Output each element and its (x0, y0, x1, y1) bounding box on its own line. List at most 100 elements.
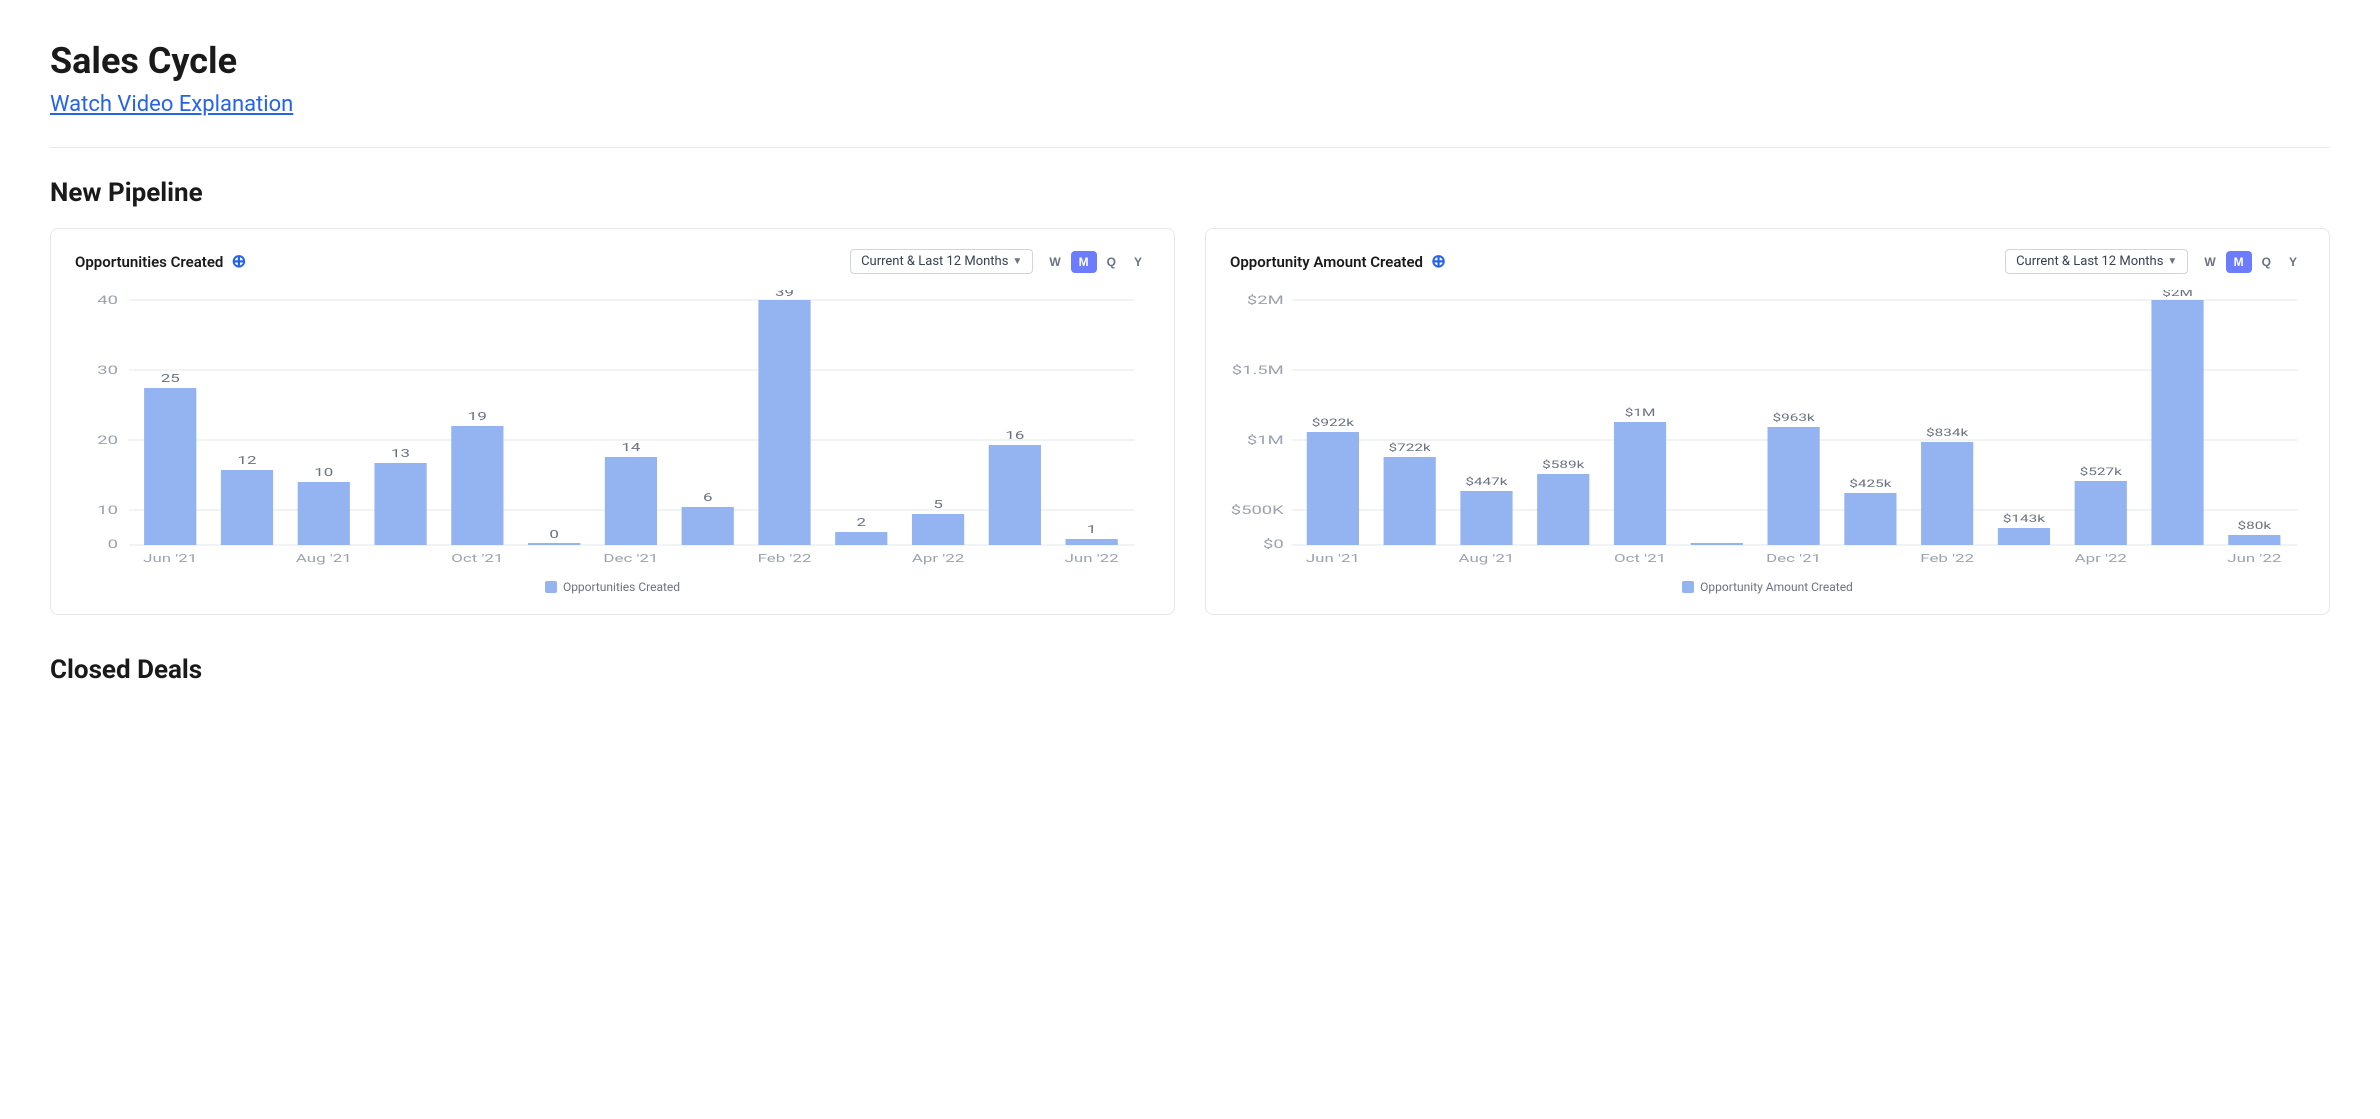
chart2-legend-dot (1682, 581, 1694, 593)
svg-text:$1M: $1M (1625, 408, 1656, 420)
bar2-feb22 (1921, 442, 1973, 545)
chart1-btn-q[interactable]: Q (1099, 251, 1124, 273)
svg-text:$0: $0 (1263, 537, 1284, 551)
svg-text:Jun '21: Jun '21 (143, 553, 197, 565)
svg-text:$922k: $922k (1312, 418, 1355, 430)
chart2-btn-q[interactable]: Q (2254, 251, 2279, 273)
svg-text:Aug '21: Aug '21 (1459, 553, 1515, 565)
chart2-area: $2M $1.5M $1M $500K $0 $922k $722k (1230, 290, 2305, 570)
svg-text:16: 16 (1005, 430, 1024, 442)
svg-text:Aug '21: Aug '21 (296, 553, 352, 565)
bar2-aug21 (1460, 491, 1512, 545)
bar-dec21 (605, 457, 657, 545)
opportunity-amount-card: Opportunity Amount Created ⊕ Current & L… (1205, 228, 2330, 615)
opportunities-created-card: Opportunities Created ⊕ Current & Last 1… (50, 228, 1175, 615)
svg-text:19: 19 (468, 411, 487, 423)
svg-text:Jun '22: Jun '22 (2227, 553, 2281, 565)
chart2-header: Opportunity Amount Created ⊕ Current & L… (1230, 249, 2305, 274)
chart1-period-dropdown[interactable]: Current & Last 12 Months ▼ (850, 249, 1033, 274)
bar2-nov21 (1691, 543, 1743, 545)
chart2-controls: Current & Last 12 Months ▼ W M Q Y (2005, 249, 2305, 274)
chart1-svg: 40 30 20 10 0 25 12 10 (75, 290, 1150, 570)
svg-text:1: 1 (1087, 524, 1096, 536)
bar2-sep21 (1537, 474, 1589, 545)
svg-text:$527k: $527k (2080, 467, 2123, 479)
svg-text:$1.5M: $1.5M (1232, 363, 1284, 377)
svg-text:14: 14 (621, 442, 640, 454)
bar2-jun22 (2228, 535, 2280, 545)
chart1-header: Opportunities Created ⊕ Current & Last 1… (75, 249, 1150, 274)
chart1-btn-m[interactable]: M (1071, 251, 1097, 273)
chart1-period-label: Current & Last 12 Months (861, 254, 1008, 269)
chart1-legend-dot (545, 581, 557, 593)
chart1-title: Opportunities Created (75, 253, 223, 271)
svg-text:Jun '21: Jun '21 (1306, 553, 1360, 565)
svg-text:2: 2 (857, 517, 866, 529)
chart2-legend: Opportunity Amount Created (1230, 580, 2305, 594)
bar-apr22 (912, 514, 964, 545)
svg-text:6: 6 (703, 492, 712, 504)
bar2-oct21 (1614, 422, 1666, 545)
chart1-time-buttons: W M Q Y (1041, 251, 1150, 273)
chart2-title: Opportunity Amount Created (1230, 253, 1423, 271)
chart2-time-buttons: W M Q Y (2196, 251, 2305, 273)
svg-text:Apr '22: Apr '22 (2075, 553, 2127, 565)
chart1-legend: Opportunities Created (75, 580, 1150, 594)
svg-text:Feb '22: Feb '22 (758, 553, 812, 565)
bar-jan22 (682, 507, 734, 545)
bar-nov21 (528, 543, 580, 545)
svg-text:0: 0 (549, 529, 558, 541)
svg-text:$589k: $589k (1542, 460, 1585, 472)
svg-text:$2M: $2M (1247, 293, 1284, 307)
svg-text:5: 5 (933, 499, 942, 511)
page-title: Sales Cycle (50, 40, 2330, 82)
svg-text:$447k: $447k (1465, 477, 1508, 489)
bar2-jun21 (1307, 432, 1359, 545)
bar-sep21 (374, 463, 426, 545)
svg-text:Feb '22: Feb '22 (1920, 553, 1974, 565)
chart2-btn-y[interactable]: Y (2281, 251, 2305, 273)
chart2-period-dropdown[interactable]: Current & Last 12 Months ▼ (2005, 249, 2188, 274)
chart1-legend-label: Opportunities Created (563, 580, 680, 594)
bar-may22 (989, 445, 1041, 545)
bar-jun22 (1066, 539, 1118, 545)
section-divider (50, 147, 2330, 148)
svg-text:$143k: $143k (2003, 514, 2046, 526)
svg-text:$834k: $834k (1926, 428, 1969, 440)
chart1-controls: Current & Last 12 Months ▼ W M Q Y (850, 249, 1150, 274)
chart1-add-icon[interactable]: ⊕ (231, 251, 246, 272)
chart2-svg: $2M $1.5M $1M $500K $0 $922k $722k (1230, 290, 2305, 570)
bar-jun21 (144, 388, 196, 545)
chart1-title-group: Opportunities Created ⊕ (75, 251, 246, 272)
bar2-may22 (2151, 300, 2203, 545)
bar2-jul21 (1384, 457, 1436, 545)
svg-text:20: 20 (97, 433, 118, 447)
svg-text:$722k: $722k (1389, 443, 1432, 455)
bar-mar22 (835, 532, 887, 545)
svg-text:$963k: $963k (1772, 413, 1815, 425)
svg-text:Apr '22: Apr '22 (912, 553, 964, 565)
charts-row: Opportunities Created ⊕ Current & Last 1… (50, 228, 2330, 615)
chart1-btn-w[interactable]: W (1041, 251, 1068, 273)
new-pipeline-title: New Pipeline (50, 178, 2330, 208)
svg-text:Oct '21: Oct '21 (451, 553, 503, 565)
svg-text:40: 40 (97, 293, 118, 307)
chevron-down-icon: ▼ (1012, 256, 1022, 267)
chart2-btn-m[interactable]: M (2226, 251, 2252, 273)
bar2-dec21 (1768, 427, 1820, 545)
chart2-btn-w[interactable]: W (2196, 251, 2223, 273)
bar2-apr22 (2075, 481, 2127, 545)
video-link[interactable]: Watch Video Explanation (50, 92, 293, 117)
svg-text:Oct '21: Oct '21 (1614, 553, 1666, 565)
svg-text:12: 12 (238, 455, 257, 467)
chart1-btn-y[interactable]: Y (1126, 251, 1150, 273)
closed-deals-title: Closed Deals (50, 655, 2330, 685)
chevron-down-icon: ▼ (2167, 256, 2177, 267)
chart2-add-icon[interactable]: ⊕ (1431, 251, 1446, 272)
bar2-mar22 (1998, 528, 2050, 545)
svg-text:Dec '21: Dec '21 (1766, 553, 1821, 565)
bar-aug21 (298, 482, 350, 545)
svg-text:25: 25 (161, 373, 180, 385)
svg-text:10: 10 (314, 467, 333, 479)
chart1-area: 40 30 20 10 0 25 12 10 (75, 290, 1150, 570)
